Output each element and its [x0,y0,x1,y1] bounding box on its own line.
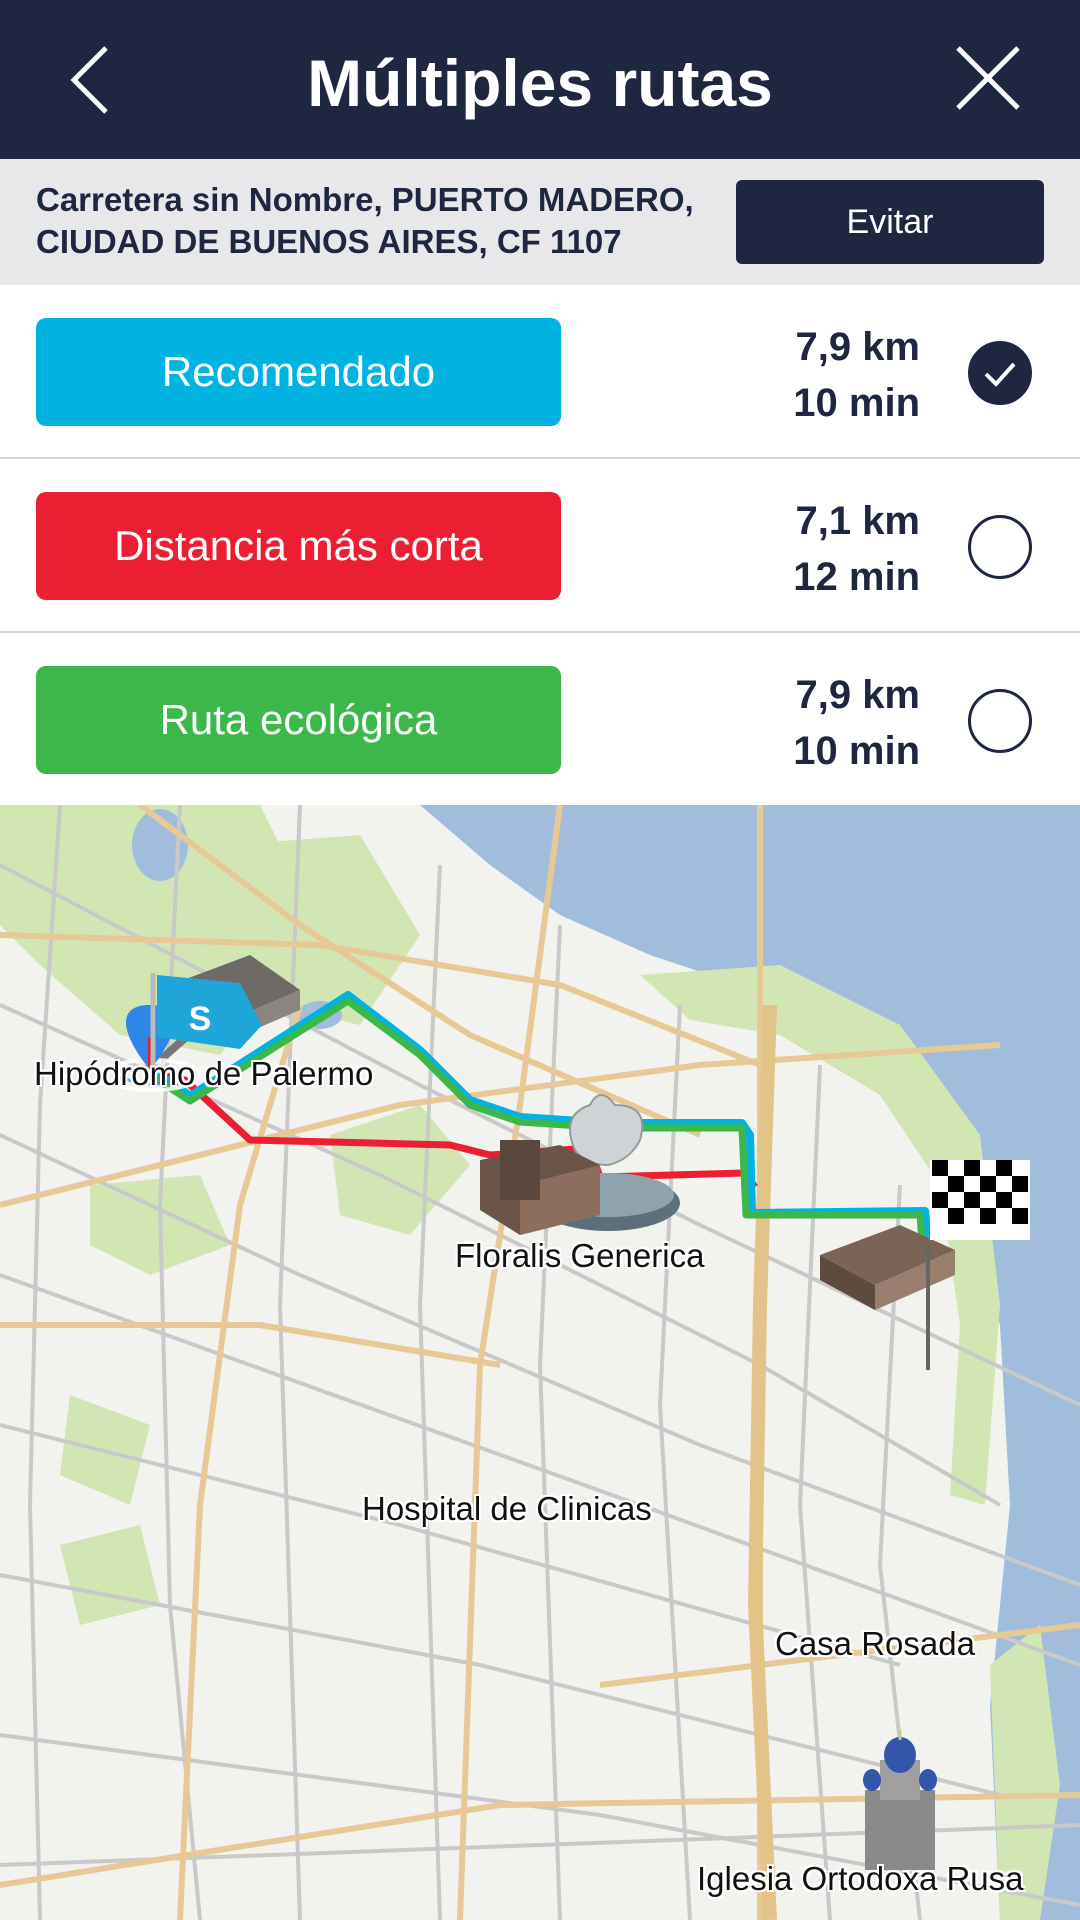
park-area [60,1525,160,1625]
route-distance: 7,9 km [795,325,920,369]
iglesia-landmark-icon [863,1730,937,1870]
route-radio-recommended[interactable] [968,341,1032,405]
route-time: 12 min [793,555,920,599]
map-label-floralis: Floralis Generica [455,1237,705,1274]
route-stats: 7,9 km 10 min [740,319,920,431]
route-time: 10 min [793,381,920,425]
address-line-2: CIUDAD DE BUENOS AIRES, CF 1107 [36,223,622,260]
address-line-1: Carretera sin Nombre, PUERTO MADERO, [36,181,694,218]
map-label-casa-rosada: Casa Rosada [775,1625,975,1662]
route-option-shortest[interactable]: Distancia más corta 7,1 km 12 min [0,459,1080,633]
back-button[interactable] [60,40,120,120]
chevron-left-icon [70,46,108,114]
map-view[interactable]: S Hipódromo de Palermo Floralis Generica… [0,805,1080,1920]
checkmark-icon [984,362,1016,387]
svg-text:S: S [189,1000,212,1038]
route-distance: 7,1 km [795,499,920,543]
map-label-iglesia: Iglesia Ortodoxa Rusa [697,1860,1024,1897]
route-time: 10 min [793,729,920,773]
route-radio-shortest[interactable] [968,515,1032,579]
route-label-shortest[interactable]: Distancia más corta [36,492,561,600]
route-option-eco[interactable]: Ruta ecológica 7,9 km 10 min [0,633,1080,807]
route-label-recommended[interactable]: Recomendado [36,318,561,426]
park-area [330,1105,470,1235]
close-button[interactable] [948,38,1028,118]
page-title: Múltiples rutas [307,46,773,120]
route-label-eco[interactable]: Ruta ecológica [36,666,561,774]
route-radio-eco[interactable] [968,689,1032,753]
app-header: Múltiples rutas [0,0,1080,159]
address-text: Carretera sin Nombre, PUERTO MADERO, CIU… [36,179,716,263]
map-label-hospital: Hospital de Clinicas [362,1490,652,1527]
avoid-button[interactable]: Evitar [736,180,1044,264]
map-canvas: S [0,805,1080,1920]
map-label-hipodromo: Hipódromo de Palermo [34,1055,374,1092]
close-icon [956,46,1020,110]
route-stats: 7,9 km 10 min [740,667,920,779]
route-option-recommended[interactable]: Recomendado 7,9 km 10 min [0,285,1080,459]
address-bar: Carretera sin Nombre, PUERTO MADERO, CIU… [0,159,1080,285]
route-stats: 7,1 km 12 min [740,493,920,605]
route-distance: 7,9 km [795,673,920,717]
